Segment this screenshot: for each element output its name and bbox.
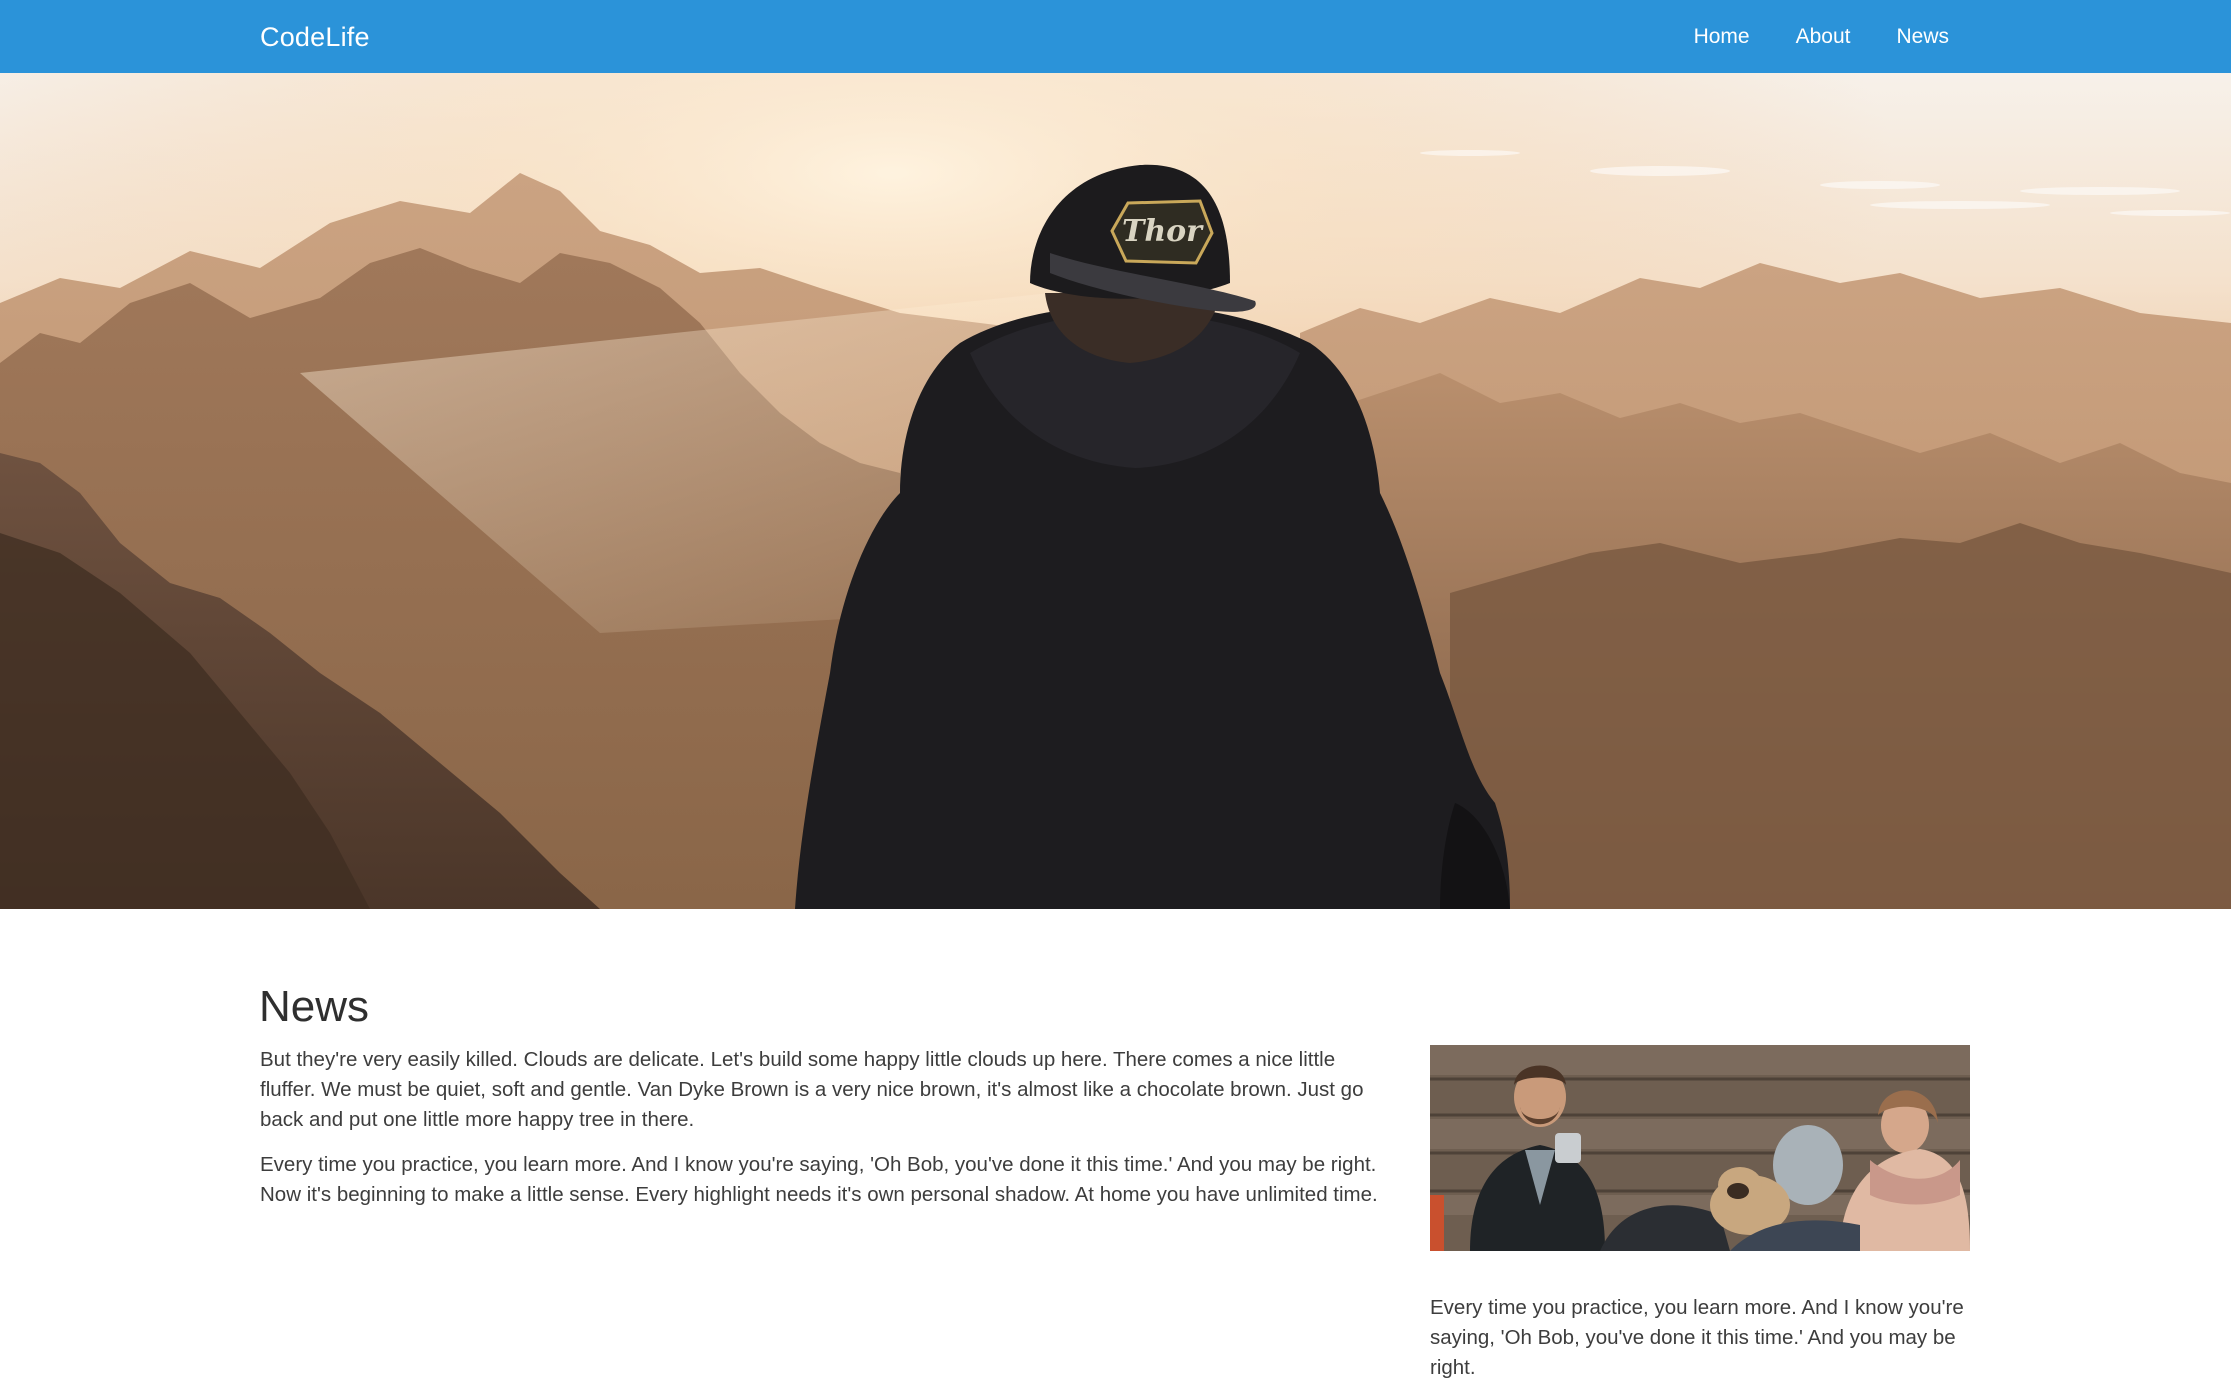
couple-with-pug-photo	[1430, 1045, 1970, 1251]
mountain-sunrise-person-photo: Thor	[0, 73, 2231, 909]
brand-logo-link[interactable]: CodeLife	[260, 0, 370, 73]
hero-banner-image: Thor	[0, 73, 2231, 909]
nav-link-news[interactable]: News	[1896, 0, 1949, 73]
news-heading: News	[259, 982, 370, 1031]
top-navbar: CodeLife Home About News	[0, 0, 2231, 73]
cap-logo-text: Thor	[1122, 214, 1204, 249]
news-paragraph-1: But they're very easily killed. Clouds a…	[260, 1048, 1364, 1131]
nav-link-home[interactable]: Home	[1694, 0, 1750, 73]
news-paragraph-2: Every time you practice, you learn more.…	[260, 1153, 1378, 1206]
side-news-image	[1430, 1045, 1970, 1251]
side-news-paragraph: Every time you practice, you learn more.…	[1430, 1296, 1964, 1379]
nav-link-about[interactable]: About	[1796, 0, 1851, 73]
nav-links: Home About News	[1694, 0, 1949, 73]
